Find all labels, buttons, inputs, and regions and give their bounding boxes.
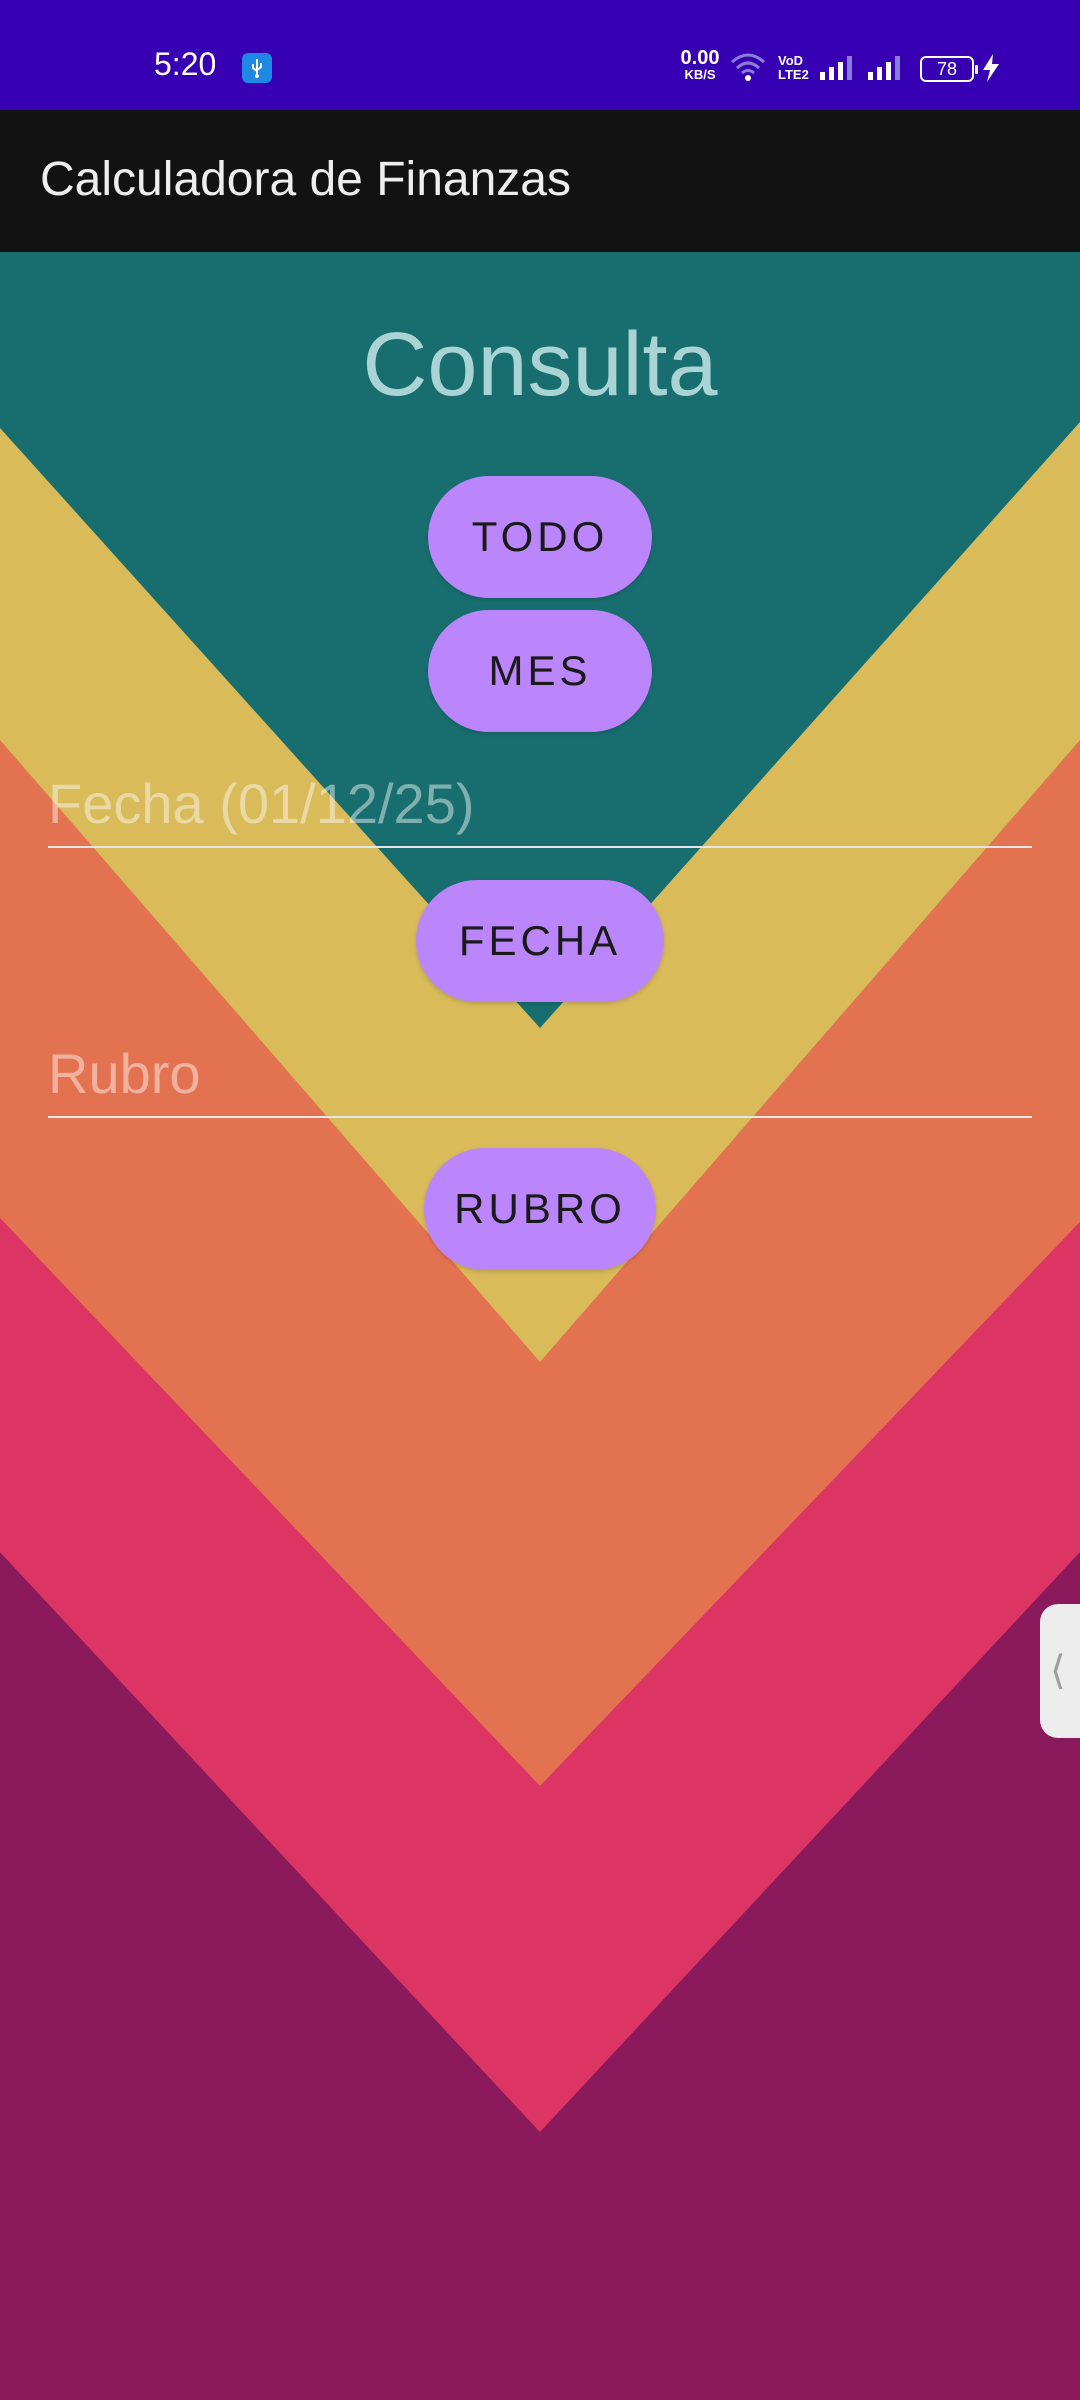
charging-bolt-icon — [982, 54, 1000, 86]
app-title: Calculadora de Finanzas — [40, 153, 571, 206]
network-speed-unit: KB/S — [684, 67, 716, 82]
signal-icon — [820, 56, 856, 84]
app-bar: Calculadora de Finanzas — [0, 110, 1080, 252]
app-screen: 5:20 0.00 KB/S VoD LTE2 78 Calculadora d… — [0, 0, 1080, 2400]
wifi-icon — [730, 52, 766, 86]
rubro-button[interactable]: RUBRO — [424, 1148, 656, 1270]
volte-top-label: VoD — [778, 53, 804, 68]
signal-icon — [868, 56, 904, 84]
chevron-left-icon: ⟨ — [1050, 1648, 1066, 1694]
battery-icon: 78 — [920, 56, 978, 82]
page-title: Consulta — [362, 315, 718, 415]
status-time: 5:20 — [154, 46, 217, 82]
fecha-field — [48, 756, 1032, 848]
status-bar: 5:20 0.00 KB/S VoD LTE2 78 — [0, 0, 1080, 110]
rubro-field — [48, 1026, 1032, 1118]
fecha-button[interactable]: FECHA — [416, 880, 664, 1002]
todo-button[interactable]: TODO — [428, 476, 652, 598]
volte-bottom-label: LTE2 — [778, 67, 809, 82]
network-speed: 0.00 KB/S — [674, 48, 726, 81]
volte-icon: VoD LTE2 — [778, 54, 809, 82]
mes-button[interactable]: MES — [428, 610, 652, 732]
consulta-panel: Consulta TODO MES FECHA RUBRO — [0, 252, 1080, 2400]
network-speed-value: 0.00 — [680, 47, 720, 69]
edge-panel-handle[interactable]: ⟨ — [1040, 1604, 1080, 1738]
fecha-input[interactable] — [48, 771, 1032, 836]
rubro-input[interactable] — [48, 1041, 1032, 1106]
usb-icon — [242, 53, 272, 83]
